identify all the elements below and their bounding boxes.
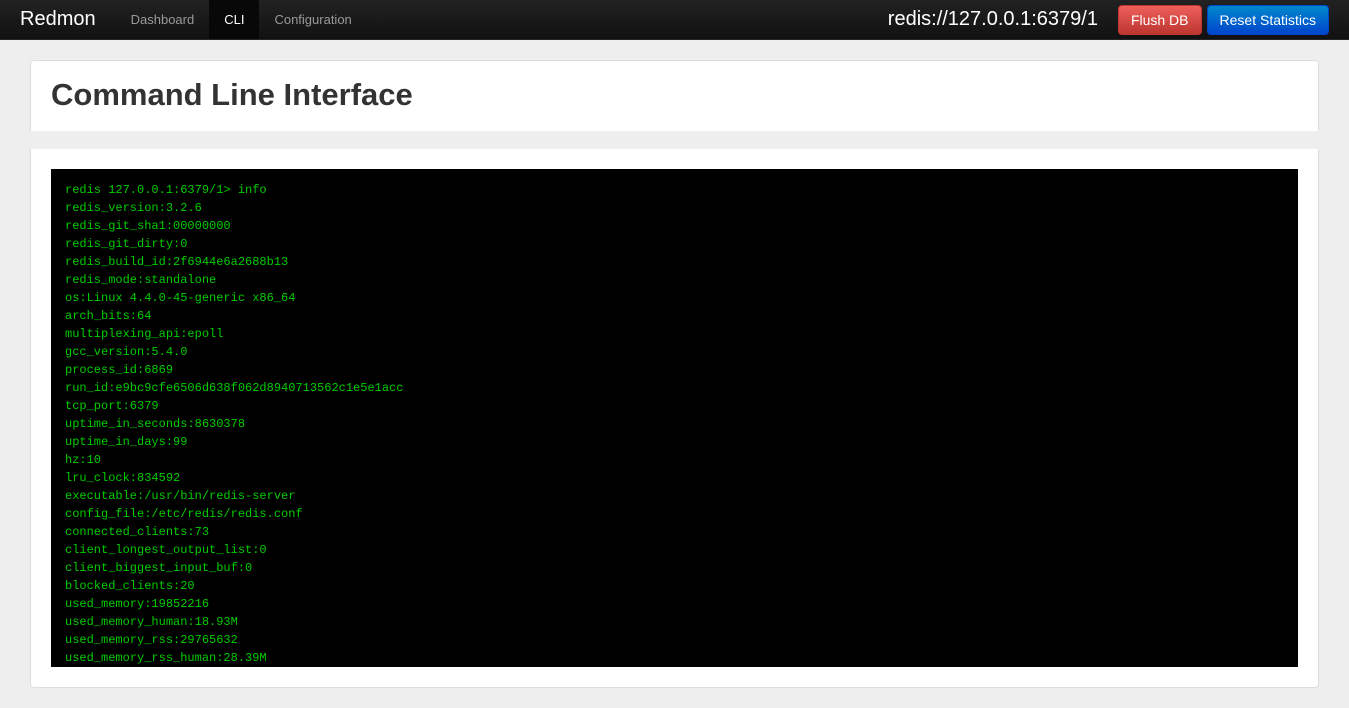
terminal-output-line: connected_clients:73 — [65, 523, 1284, 541]
terminal-output-line: redis_git_sha1:00000000 — [65, 217, 1284, 235]
terminal-output-line: arch_bits:64 — [65, 307, 1284, 325]
nav-item-cli[interactable]: CLI — [209, 0, 259, 39]
nav-menu: Dashboard CLI Configuration — [116, 0, 367, 39]
navbar-right: redis://127.0.0.1:6379/1 Flush DB Reset … — [888, 0, 1329, 39]
top-navbar: Redmon Dashboard CLI Configuration redis… — [0, 0, 1349, 40]
terminal-output-line: config_file:/etc/redis/redis.conf — [65, 505, 1284, 523]
terminal-output-line: used_memory_rss:29765632 — [65, 631, 1284, 649]
content-wrapper: Command Line Interface redis 127.0.0.1:6… — [0, 40, 1349, 708]
terminal-output-line: used_memory_rss_human:28.39M — [65, 649, 1284, 667]
terminal-output-line: lru_clock:834592 — [65, 469, 1284, 487]
terminal-output-line: os:Linux 4.4.0-45-generic x86_64 — [65, 289, 1284, 307]
terminal-output-line: gcc_version:5.4.0 — [65, 343, 1284, 361]
terminal-output-line: client_biggest_input_buf:0 — [65, 559, 1284, 577]
reset-statistics-button[interactable]: Reset Statistics — [1207, 5, 1329, 35]
terminal-output-line: client_longest_output_list:0 — [65, 541, 1284, 559]
terminal-output-line: multiplexing_api:epoll — [65, 325, 1284, 343]
terminal-output-line: redis_git_dirty:0 — [65, 235, 1284, 253]
terminal-output-line: uptime_in_days:99 — [65, 433, 1284, 451]
terminal-output-line: uptime_in_seconds:8630378 — [65, 415, 1284, 433]
terminal-output-line: blocked_clients:20 — [65, 577, 1284, 595]
terminal-prompt-line: redis 127.0.0.1:6379/1> info — [65, 181, 1284, 199]
terminal-output-line: redis_mode:standalone — [65, 271, 1284, 289]
terminal-output-line: tcp_port:6379 — [65, 397, 1284, 415]
terminal-output-line: redis_version:3.2.6 — [65, 199, 1284, 217]
brand-link[interactable]: Redmon — [0, 0, 116, 39]
terminal-container: redis 127.0.0.1:6379/1> inforedis_versio… — [30, 149, 1319, 688]
nav-item-configuration[interactable]: Configuration — [259, 0, 366, 39]
page-header: Command Line Interface — [30, 60, 1319, 131]
connection-string: redis://127.0.0.1:6379/1 — [888, 8, 1098, 31]
terminal-output-line: redis_build_id:2f6944e6a2688b13 — [65, 253, 1284, 271]
terminal-output-line: run_id:e9bc9cfe6506d638f062d8940713562c1… — [65, 379, 1284, 397]
nav-item-dashboard[interactable]: Dashboard — [116, 0, 210, 39]
terminal-output-line: used_memory_human:18.93M — [65, 613, 1284, 631]
terminal-output-line: process_id:6869 — [65, 361, 1284, 379]
page-title: Command Line Interface — [51, 76, 1298, 113]
flush-db-button[interactable]: Flush DB — [1118, 5, 1202, 35]
terminal-output-line: executable:/usr/bin/redis-server — [65, 487, 1284, 505]
terminal-output-line: used_memory:19852216 — [65, 595, 1284, 613]
terminal-output-line: hz:10 — [65, 451, 1284, 469]
cli-terminal[interactable]: redis 127.0.0.1:6379/1> inforedis_versio… — [51, 169, 1298, 667]
